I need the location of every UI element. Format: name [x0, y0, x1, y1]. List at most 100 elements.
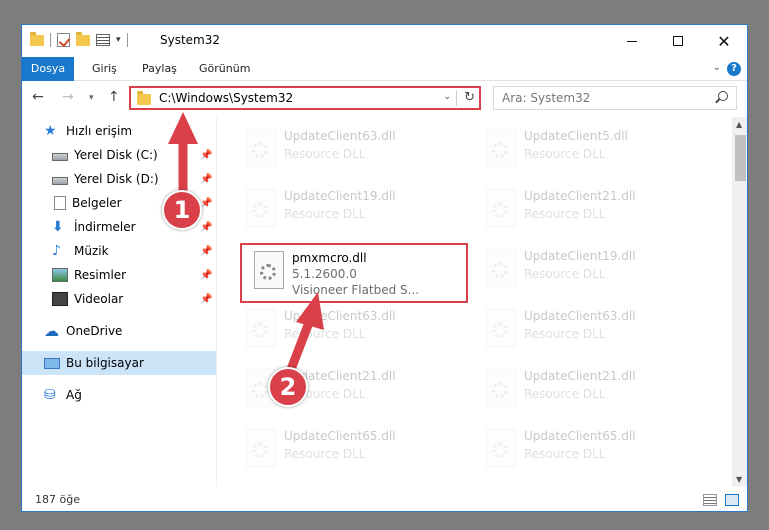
gear-icon	[492, 262, 508, 278]
file-item[interactable]: UpdateClient63.dll Resource DLL	[234, 303, 454, 357]
sidebar-item-label: Belgeler	[72, 196, 122, 210]
file-description: Resource DLL	[284, 387, 366, 401]
sidebar-item-label: Yerel Disk (C:)	[74, 148, 158, 162]
sidebar-item-videos[interactable]: Videolar 📌	[22, 287, 216, 311]
recent-locations-chevron-icon[interactable]: ▾	[89, 93, 94, 103]
expand-ribbon-icon[interactable]: ⌄	[713, 62, 721, 73]
sidebar-item-label: Resimler	[74, 268, 127, 282]
pin-icon[interactable]: 📌	[200, 270, 212, 281]
pane-divider[interactable]	[216, 117, 217, 487]
sidebar-item-downloads[interactable]: ⬇ İndirmeler 📌	[22, 215, 216, 239]
back-arrow-icon[interactable]: ←	[32, 89, 44, 105]
scroll-down-icon[interactable]: ▼	[736, 475, 742, 484]
sidebar-item-label: Hızlı erişim	[66, 124, 133, 138]
file-name: UpdateClient21.dll	[284, 369, 396, 383]
file-item[interactable]: UpdateClient63.dll Resource DLL	[234, 123, 454, 177]
sidebar-item-onedrive[interactable]: ☁ OneDrive	[22, 319, 216, 343]
pin-icon[interactable]: 📌	[200, 222, 212, 233]
sidebar-item-music[interactable]: ♪ Müzik 📌	[22, 239, 216, 263]
dll-file-icon	[486, 189, 516, 227]
screenshot-frame: ▾ System32 ✕ Dosya Giriş Paylaş Görünüm …	[0, 0, 769, 530]
sidebar-item-this-pc[interactable]: Bu bilgisayar	[22, 351, 216, 375]
computer-icon	[44, 357, 60, 369]
help-icon[interactable]: ?	[727, 62, 741, 76]
file-item[interactable]: UpdateClient21.dll Resource DLL	[474, 183, 694, 237]
scroll-up-icon[interactable]: ▲	[736, 120, 742, 129]
gear-icon	[252, 442, 268, 458]
file-item-pmxmcro[interactable]: pmxmcro.dll 5.1.2600.0 Visioneer Flatbed…	[240, 243, 468, 303]
download-icon: ⬇	[52, 219, 64, 235]
file-name: UpdateClient5.dll	[524, 129, 628, 143]
ribbon-tabs: Dosya Giriş Paylaş Görünüm ⌄ ?	[22, 57, 747, 81]
video-icon	[52, 292, 68, 306]
tab-view[interactable]: Görünüm	[199, 57, 250, 81]
details-view-icon[interactable]	[703, 494, 717, 506]
sidebar-item-label: OneDrive	[66, 324, 123, 338]
pin-icon[interactable]: 📌	[200, 294, 212, 305]
file-description: Resource DLL	[524, 327, 606, 341]
file-item[interactable]: UpdateClient19.dll Resource DLL	[474, 243, 694, 297]
sidebar-item-quick-access[interactable]: ★ Hızlı erişim	[22, 119, 216, 143]
file-description: Resource DLL	[524, 447, 606, 461]
file-item[interactable]: UpdateClient65.dll Resource DLL	[234, 423, 454, 477]
tab-home[interactable]: Giriş	[92, 57, 117, 81]
sidebar-item-label: Yerel Disk (D:)	[74, 172, 159, 186]
new-folder-icon[interactable]	[76, 31, 90, 46]
address-bar[interactable]: C:\Windows\System32 ⌄ ↻	[129, 86, 481, 110]
search-icon[interactable]	[718, 91, 728, 101]
dll-file-icon	[254, 251, 284, 289]
file-item[interactable]: UpdateClient65.dll Resource DLL	[474, 423, 694, 477]
minimize-icon	[627, 40, 637, 42]
file-item[interactable]: UpdateClient21.dll Resource DLL	[474, 363, 694, 417]
gear-icon	[492, 442, 508, 458]
file-description: Resource DLL	[284, 207, 366, 221]
sidebar-item-pictures[interactable]: Resimler 📌	[22, 263, 216, 287]
file-item[interactable]: UpdateClient21.dll Resource DLL	[234, 363, 454, 417]
disk-icon	[52, 152, 68, 161]
gear-icon	[252, 142, 268, 158]
file-description: Visioneer Flatbed S...	[292, 283, 420, 297]
maximize-button[interactable]	[655, 25, 701, 57]
refresh-icon[interactable]: ↻	[464, 90, 475, 105]
dll-file-icon	[246, 129, 276, 167]
sidebar-item-documents[interactable]: Belgeler 📌	[22, 191, 216, 215]
tiles-view-icon[interactable]	[725, 494, 739, 506]
sidebar-item-local-disk-d[interactable]: Yerel Disk (D:) 📌	[22, 167, 216, 191]
pin-icon[interactable]: 📌	[200, 246, 212, 257]
scrollbar-thumb[interactable]	[735, 135, 746, 181]
search-input[interactable]: Ara: System32	[493, 86, 737, 110]
disk-icon	[52, 176, 68, 185]
properties-icon[interactable]	[96, 34, 110, 46]
gear-icon	[260, 264, 276, 280]
file-item[interactable]: UpdateClient19.dll Resource DLL	[234, 183, 454, 237]
sidebar-item-label: Ağ	[66, 388, 82, 402]
forward-arrow-icon[interactable]: →	[62, 89, 74, 105]
address-path[interactable]: C:\Windows\System32	[159, 91, 293, 105]
properties-check-icon[interactable]	[57, 33, 70, 47]
cloud-icon: ☁	[44, 322, 59, 340]
vertical-scrollbar[interactable]: ▲ ▼	[732, 117, 747, 487]
gear-icon	[492, 142, 508, 158]
document-icon	[54, 196, 66, 210]
file-description: Resource DLL	[524, 147, 606, 161]
pin-icon[interactable]: 📌	[200, 198, 212, 209]
gear-icon	[492, 202, 508, 218]
file-description: Resource DLL	[524, 207, 606, 221]
tab-share[interactable]: Paylaş	[142, 57, 177, 81]
file-name: UpdateClient19.dll	[524, 249, 636, 263]
sidebar-item-network[interactable]: ⛁ Ağ	[22, 383, 216, 407]
pin-icon[interactable]: 📌	[200, 174, 212, 185]
file-item[interactable]: UpdateClient63.dll Resource DLL	[474, 303, 694, 357]
gear-icon	[492, 322, 508, 338]
chevron-down-icon[interactable]: ⌄	[443, 92, 451, 102]
sidebar-item-local-disk-c[interactable]: Yerel Disk (C:) 📌	[22, 143, 216, 167]
file-name: UpdateClient19.dll	[284, 189, 396, 203]
gear-icon	[492, 382, 508, 398]
minimize-button[interactable]	[609, 25, 655, 57]
close-button[interactable]: ✕	[701, 25, 747, 57]
file-item[interactable]: UpdateClient5.dll Resource DLL	[474, 123, 694, 177]
chevron-down-icon[interactable]: ▾	[116, 35, 121, 45]
tab-file[interactable]: Dosya	[22, 57, 74, 81]
up-arrow-icon[interactable]: ↑	[108, 89, 120, 105]
pin-icon[interactable]: 📌	[200, 150, 212, 161]
